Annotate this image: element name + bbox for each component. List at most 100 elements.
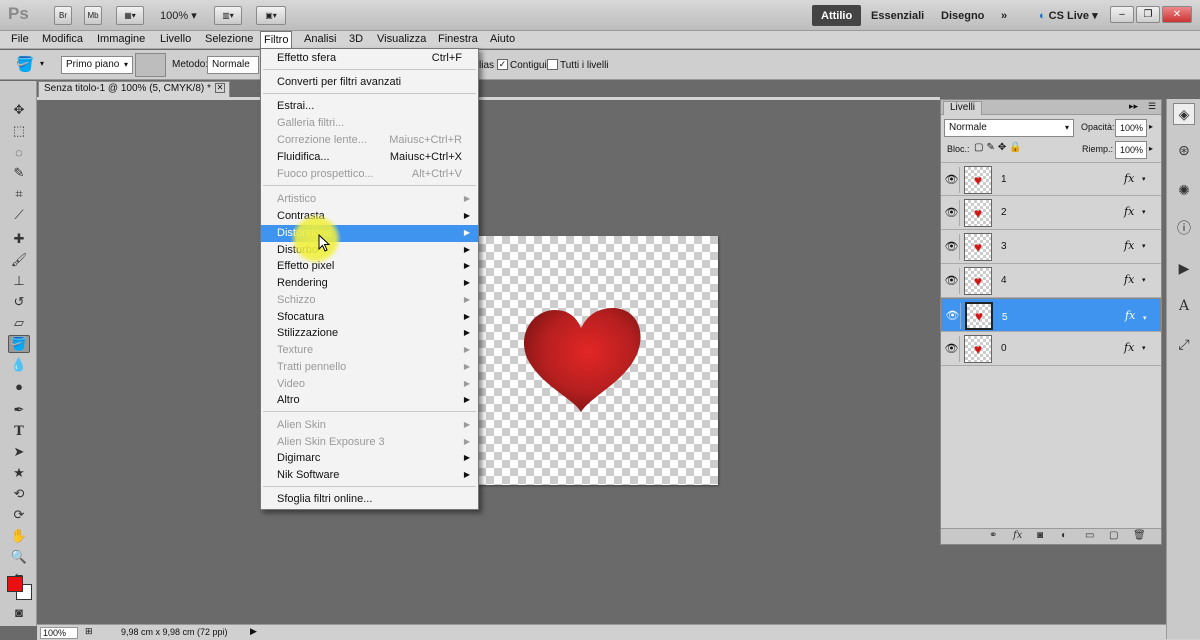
new-group-icon[interactable]: ▭: [1085, 530, 1094, 541]
healing-brush-tool-icon[interactable]: ✚: [8, 230, 30, 248]
fill-source-select[interactable]: Primo piano ▾: [61, 56, 133, 74]
visibility-eye-icon[interactable]: 👁: [945, 303, 961, 329]
link-layers-icon[interactable]: ⚭: [989, 530, 997, 541]
history-brush-tool-icon[interactable]: ↺: [8, 293, 30, 311]
view-extras-button[interactable]: ▦▾: [116, 6, 144, 25]
menu-item-fluidifica[interactable]: Fluidifica... Maiusc+Ctrl+X: [261, 149, 478, 166]
animation-panel-icon[interactable]: ▶: [1173, 257, 1195, 279]
layer-row-1[interactable]: 👁 ♥ 1 fx ▾: [941, 162, 1161, 196]
paint-bucket-preset-icon[interactable]: 🪣: [14, 55, 36, 73]
visibility-eye-icon[interactable]: 👁: [944, 234, 960, 260]
menu-item-contrasta[interactable]: Contrasta ▶: [261, 208, 478, 225]
maximize-button[interactable]: ❐: [1136, 6, 1160, 23]
3d-rotate-tool-icon[interactable]: ⟲: [8, 485, 30, 503]
blend-mode-select[interactable]: Normale ▾: [944, 119, 1074, 137]
arrange-documents-button[interactable]: ▥▾: [214, 6, 242, 25]
3d-orbit-tool-icon[interactable]: ⟳: [8, 506, 30, 524]
layer-row-3[interactable]: 👁 ♥ 3 fx ▾: [941, 230, 1161, 264]
type-tool-icon[interactable]: T: [8, 422, 30, 440]
blur-tool-icon[interactable]: 💧: [8, 356, 30, 374]
status-menu-arrow-icon[interactable]: ▶: [250, 626, 257, 637]
menu-livello[interactable]: Livello: [157, 31, 194, 49]
bridge-button[interactable]: Br: [54, 6, 72, 25]
mini-bridge-button[interactable]: Mb: [84, 6, 102, 25]
layer-row-5-selected[interactable]: 👁 ♥ 5 fx ▾: [941, 298, 1161, 332]
clone-stamp-tool-icon[interactable]: ⊥: [8, 272, 30, 290]
marquee-tool-icon[interactable]: ⬚: [8, 122, 30, 140]
menu-3d[interactable]: 3D: [346, 31, 366, 49]
blend-method-select[interactable]: Normale: [207, 56, 259, 74]
close-button[interactable]: ✕: [1162, 6, 1192, 23]
layer-row-4[interactable]: 👁 ♥ 4 fx ▾: [941, 264, 1161, 298]
menu-item-rendering[interactable]: Rendering ▶: [261, 275, 478, 292]
expand-effects-icon[interactable]: ▾: [1142, 276, 1146, 284]
expand-effects-icon[interactable]: ▾: [1142, 175, 1146, 183]
menu-aiuto[interactable]: Aiuto: [487, 31, 518, 49]
hand-tool-icon[interactable]: ✋: [8, 527, 30, 545]
fx-icon[interactable]: fx: [1124, 239, 1134, 252]
foreground-color-swatch[interactable]: [7, 576, 23, 592]
menu-visualizza[interactable]: Visualizza: [374, 31, 429, 49]
expand-effects-icon[interactable]: ▾: [1142, 208, 1146, 216]
fill-slider-arrow-icon[interactable]: ▸: [1149, 144, 1153, 153]
visibility-eye-icon[interactable]: 👁: [944, 268, 960, 294]
minimize-button[interactable]: –: [1110, 6, 1134, 23]
path-selection-tool-icon[interactable]: ➤: [8, 443, 30, 461]
document-canvas[interactable]: [478, 236, 718, 485]
menu-item-altro[interactable]: Altro ▶: [261, 392, 478, 409]
adjustment-layer-icon[interactable]: ◐: [1061, 530, 1067, 541]
menu-item-stilizzazione[interactable]: Stilizzazione ▶: [261, 325, 478, 342]
workspace-attilio[interactable]: Attilio: [812, 5, 862, 26]
more-workspaces-icon[interactable]: »: [992, 5, 1016, 26]
add-mask-icon[interactable]: ◙: [1037, 530, 1043, 541]
add-layer-style-icon[interactable]: fx: [1013, 530, 1022, 541]
menu-modifica[interactable]: Modifica: [39, 31, 86, 49]
layers-tab[interactable]: Livelli: [943, 101, 983, 115]
dodge-tool-icon[interactable]: ●: [8, 377, 30, 395]
layers-panel-icon[interactable]: ◈: [1173, 103, 1195, 125]
opacity-field[interactable]: 100%: [1115, 119, 1147, 137]
quick-selection-tool-icon[interactable]: ✎: [8, 164, 30, 182]
menu-item-sfocatura[interactable]: Sfocatura ▶: [261, 309, 478, 326]
document-tab[interactable]: Senza titolo-1 @ 100% (5, CMYK/8) * ✕: [38, 81, 230, 97]
fx-icon[interactable]: fx: [1124, 205, 1134, 218]
lasso-tool-icon[interactable]: ◌: [8, 143, 30, 161]
cs-live-button[interactable]: ◐ CS Live ▾: [1030, 5, 1107, 26]
crop-tool-icon[interactable]: ⌗: [8, 185, 30, 203]
menu-file[interactable]: File: [8, 31, 32, 49]
contigui-checkbox[interactable]: ✓: [497, 59, 508, 70]
expand-effects-icon[interactable]: ▾: [1142, 242, 1146, 250]
expand-effects-icon[interactable]: ▾: [1143, 311, 1147, 327]
move-tool-icon[interactable]: ✥: [8, 101, 30, 119]
zoom-level-dropdown[interactable]: 100% ▾: [160, 9, 197, 22]
collapse-panel-icon[interactable]: ▸▸: [1129, 101, 1138, 112]
fill-field[interactable]: 100%: [1115, 141, 1147, 159]
menu-item-nik-software[interactable]: Nik Software ▶: [261, 467, 478, 484]
menu-finestra[interactable]: Finestra: [435, 31, 481, 49]
preset-dropdown-icon[interactable]: ▾: [40, 59, 44, 68]
transform-panel-icon[interactable]: ⤢: [1173, 333, 1195, 355]
screen-mode-button[interactable]: ▣▾: [256, 6, 286, 25]
info-panel-icon[interactable]: ⓘ: [1173, 217, 1195, 239]
opacity-slider-arrow-icon[interactable]: ▸: [1149, 122, 1153, 131]
new-layer-icon[interactable]: ▢: [1109, 530, 1118, 541]
menu-selezione[interactable]: Selezione: [202, 31, 256, 49]
tutti-livelli-checkbox[interactable]: [547, 59, 558, 70]
menu-filtro[interactable]: Filtro: [260, 31, 293, 49]
character-panel-icon[interactable]: A: [1173, 295, 1195, 317]
menu-item-effetto-sfera[interactable]: Effetto sfera Ctrl+F: [261, 50, 478, 67]
menu-immagine[interactable]: Immagine: [94, 31, 148, 49]
channels-panel-icon[interactable]: ⊛: [1173, 139, 1195, 161]
menu-item-estrai[interactable]: Estrai...: [261, 98, 478, 115]
close-document-icon[interactable]: ✕: [215, 83, 225, 93]
workspace-essenziali[interactable]: Essenziali: [862, 5, 933, 26]
menu-item-converti-filtri-avanzati[interactable]: Converti per filtri avanzati: [261, 74, 478, 91]
delete-layer-icon[interactable]: 🗑: [1133, 530, 1146, 541]
status-zoom-field[interactable]: 100%: [40, 627, 78, 639]
fx-icon[interactable]: fx: [1124, 172, 1134, 185]
3d-panel-icon[interactable]: ✺: [1173, 179, 1195, 201]
expand-effects-icon[interactable]: ▾: [1142, 344, 1146, 352]
workspace-disegno[interactable]: Disegno: [932, 5, 993, 26]
visibility-eye-icon[interactable]: 👁: [944, 200, 960, 226]
lock-icons[interactable]: ▢✎✥🔒: [974, 142, 1025, 153]
